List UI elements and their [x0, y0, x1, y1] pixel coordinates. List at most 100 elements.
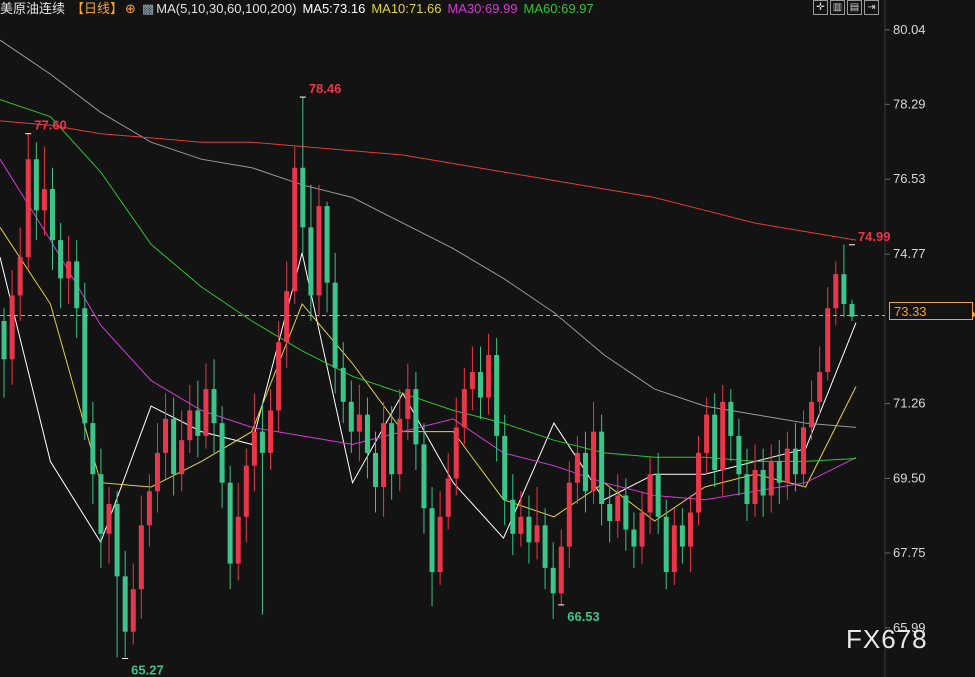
- candle-body: [74, 261, 80, 309]
- candle: [736, 418, 742, 496]
- candle: [413, 372, 419, 470]
- candle: [687, 495, 693, 573]
- ma100-line: [0, 39, 857, 428]
- candle: [776, 440, 782, 504]
- layout-alt-icon[interactable]: ▤: [847, 0, 862, 15]
- candle: [41, 146, 47, 236]
- candle: [558, 529, 564, 605]
- candle-body: [268, 410, 274, 453]
- candle-body: [356, 414, 362, 432]
- annotation-label: 74.99: [858, 229, 891, 244]
- candle-body: [526, 516, 532, 543]
- candle: [696, 435, 702, 526]
- candle-body: [704, 414, 710, 453]
- exit-icon[interactable]: ⇥: [864, 0, 879, 15]
- candle: [235, 482, 241, 581]
- chart-header: 美原油连续 【日线】 ⊕ ▩ MA(5,10,30,60,100,200) MA5:73.…: [0, 0, 600, 20]
- candle: [631, 512, 637, 568]
- candle-body: [17, 257, 23, 296]
- candle: [163, 393, 169, 479]
- candle: [146, 474, 152, 547]
- period-label[interactable]: 【日线】: [71, 1, 123, 16]
- candle: [98, 448, 104, 568]
- candle-body: [607, 504, 613, 522]
- candle: [300, 97, 306, 253]
- candle-body: [179, 440, 185, 475]
- candle-body: [138, 525, 144, 590]
- candlestick-chart[interactable]: 80.0478.2976.5374.7771.2669.5067.7565.99…: [0, 0, 975, 677]
- y-tick-label: 80.04: [893, 22, 926, 37]
- candle: [752, 444, 758, 517]
- candle-body: [720, 401, 726, 470]
- candle-body: [340, 367, 346, 402]
- candle-body: [41, 189, 47, 211]
- candle-body: [510, 499, 516, 534]
- candle-body: [171, 418, 177, 475]
- candle-body: [623, 495, 629, 530]
- candle: [655, 452, 661, 534]
- ma200-line: [0, 120, 857, 241]
- candle-body: [98, 474, 104, 534]
- candle: [599, 414, 605, 526]
- candle-body: [219, 423, 225, 483]
- candle: [486, 333, 492, 415]
- layout-icon[interactable]: ▥: [830, 0, 845, 15]
- candle-body: [591, 431, 597, 492]
- candle-body: [712, 414, 718, 470]
- candle: [542, 508, 548, 590]
- ma-params[interactable]: MA(5,10,30,60,100,200): [156, 1, 296, 16]
- candle-body: [518, 516, 524, 534]
- candle: [187, 384, 193, 453]
- candle: [477, 346, 483, 419]
- candle-body: [348, 401, 354, 432]
- candle-body: [437, 516, 443, 573]
- candle-body: [566, 482, 572, 547]
- candle: [9, 269, 15, 385]
- candle: [364, 397, 370, 479]
- candle: [227, 465, 233, 590]
- candle: [114, 491, 120, 658]
- candle: [445, 452, 451, 530]
- candle-body: [655, 474, 661, 517]
- candle-body: [599, 431, 605, 504]
- candle-body: [389, 423, 395, 475]
- candle: [373, 431, 379, 513]
- indicator-icon[interactable]: ▩: [142, 1, 154, 16]
- candle: [421, 423, 427, 534]
- y-tick-label: 71.26: [893, 396, 926, 411]
- candle-body: [332, 282, 338, 368]
- candle-body: [784, 448, 790, 483]
- candles: [1, 97, 855, 658]
- annotation-label: 78.46: [309, 81, 342, 96]
- candle-body: [809, 401, 815, 428]
- candle-body: [33, 159, 39, 211]
- candle: [453, 397, 459, 496]
- candle-body: [114, 504, 120, 577]
- candle: [429, 486, 435, 607]
- candle-body: [66, 261, 72, 279]
- candle: [502, 414, 508, 526]
- ma60-value: MA60:69.97: [523, 1, 594, 16]
- candle: [405, 363, 411, 441]
- candle-body: [445, 478, 451, 517]
- candle-body: [130, 589, 136, 632]
- add-icon[interactable]: ⊕: [125, 1, 136, 16]
- ma5-value: MA5:73.16: [302, 1, 366, 16]
- candle-body: [817, 372, 823, 402]
- candle-body: [373, 452, 379, 487]
- crosshair-icon[interactable]: ✛: [813, 0, 828, 15]
- y-tick-label: 67.75: [893, 545, 926, 560]
- candle-body: [792, 448, 798, 475]
- candle-body: [760, 469, 766, 496]
- ma10-value: MA10:71.66: [371, 1, 442, 16]
- candle-body: [801, 427, 807, 475]
- candle-body: [486, 355, 492, 398]
- candle-body: [631, 529, 637, 547]
- candle: [510, 474, 516, 556]
- candle: [494, 338, 500, 462]
- ma30-line: [0, 158, 857, 501]
- candle-body: [82, 308, 88, 424]
- candle-body: [833, 274, 839, 309]
- candle: [17, 227, 23, 321]
- candle: [639, 491, 645, 564]
